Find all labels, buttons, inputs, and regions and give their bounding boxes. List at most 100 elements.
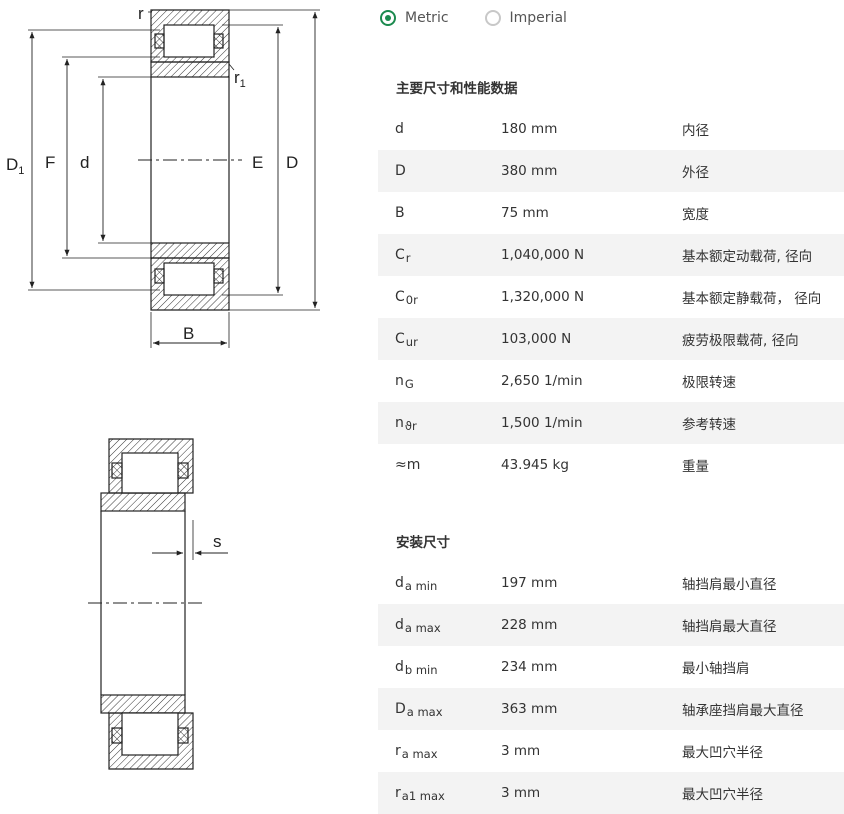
table-row: da max 228 mm 轴挡肩最大直径 (378, 604, 844, 646)
radio-metric[interactable]: Metric (380, 10, 449, 26)
table-row: Cur 103,000 N 疲劳极限载荷, 径向 (378, 318, 844, 360)
spec-value: 234 mm (501, 659, 558, 675)
spec-description: 基本额定动载荷, 径向 (682, 249, 813, 265)
spec-description: 宽度 (682, 207, 709, 223)
spec-value: 3 mm (501, 785, 541, 801)
table-row: Da max 363 mm 轴承座挡肩最大直径 (378, 688, 844, 730)
spec-description: 轴挡肩最小直径 (682, 577, 777, 593)
table-row: da min 197 mm 轴挡肩最小直径 (378, 562, 844, 604)
spec-description: 最大凹穴半径 (682, 745, 763, 761)
spec-description: 最小轴挡肩 (682, 661, 750, 677)
spec-symbol: B (378, 205, 501, 221)
spec-description: 轴挡肩最大直径 (682, 619, 777, 635)
spec-symbol-base: d (395, 575, 404, 591)
radio-metric-label[interactable]: Metric (405, 10, 449, 26)
spec-table-dimensions: d 180 mm 内径 D 380 mm 外径 B 75 mm 宽度 Cr 1,040,000 N基… (378, 108, 844, 486)
spec-symbol-base: d (395, 617, 404, 633)
label-B: B (183, 324, 194, 343)
spec-symbol-base: d (395, 121, 404, 137)
spec-description: 疲劳极限载荷, 径向 (682, 333, 799, 349)
spec-symbol-base: D (395, 701, 406, 717)
label-r1: r1 (234, 68, 246, 90)
spec-description: 外径 (682, 165, 709, 181)
spec-symbol-subscript: r (405, 251, 411, 265)
spec-value: 380 mm (501, 163, 558, 179)
radio-imperial-indicator[interactable] (484, 10, 501, 26)
table-row: d 180 mm 内径 (378, 108, 844, 150)
table-row: nϑr 1,500 1/min 参考转速 (378, 402, 844, 444)
spec-symbol: ≈m (378, 457, 501, 473)
spec-symbol: ra1 max (378, 785, 501, 803)
spec-value: 3 mm (501, 743, 541, 759)
bearing-section-drawing (28, 9, 320, 348)
label-D: D (286, 153, 298, 172)
bearing-drawings: r r1 D1 F d E D B s (0, 0, 370, 814)
spec-value: 2,650 1/min (501, 373, 583, 389)
spec-value: 180 mm (501, 121, 558, 137)
spec-symbol-subscript: a1 max (401, 789, 445, 803)
spec-value: 103,000 N (501, 331, 572, 347)
table-row: B 75 mm 宽度 (378, 192, 844, 234)
label-d: d (80, 153, 89, 172)
radio-imperial-label[interactable]: Imperial (510, 10, 567, 26)
spec-symbol-subscript: a min (404, 579, 438, 593)
section-title-mounting: 安装尺寸 (396, 535, 450, 551)
spec-value: 75 mm (501, 205, 549, 221)
spec-symbol-base: C (395, 289, 405, 305)
table-row: nG 2,650 1/min 极限转速 (378, 360, 844, 402)
spec-symbol-base: n (395, 415, 404, 431)
spec-description: 重量 (682, 459, 709, 475)
spec-symbol-base: D (395, 163, 406, 179)
spec-symbol-subscript: ur (405, 335, 418, 349)
spec-description: 极限转速 (682, 375, 736, 391)
table-row: D 380 mm 外径 (378, 150, 844, 192)
spec-symbol: db min (378, 659, 501, 677)
table-row: db min 234 mm 最小轴挡肩 (378, 646, 844, 688)
spec-value: 228 mm (501, 617, 558, 633)
spec-symbol: nϑr (378, 415, 501, 433)
spec-description: 轴承座挡肩最大直径 (682, 703, 804, 719)
spec-symbol: Cur (378, 331, 501, 349)
spec-value: 363 mm (501, 701, 558, 717)
spec-symbol: C0r (378, 289, 501, 307)
label-s: s (213, 532, 222, 551)
spec-symbol-subscript: a max (404, 621, 441, 635)
table-row: Cr 1,040,000 N 基本额定动载荷, 径向 (378, 234, 844, 276)
spec-symbol: Da max (378, 701, 501, 719)
spec-table-mounting: da min 197 mm 轴挡肩最小直径 da max 228 mm 轴挡肩最大直径 db… (378, 562, 844, 814)
spec-description: 参考转速 (682, 417, 736, 433)
spec-value: 1,500 1/min (501, 415, 583, 431)
spec-symbol: Cr (378, 247, 501, 265)
spec-symbol: D (378, 163, 501, 179)
label-D1: D1 (6, 155, 24, 177)
spec-description: 内径 (682, 123, 709, 139)
bearing-displacement-drawing (88, 438, 228, 770)
spec-symbol-subscript: a max (401, 747, 438, 761)
spec-value: 43.945 kg (501, 457, 569, 473)
spec-symbol: da min (378, 575, 501, 593)
spec-symbol-base: r (395, 743, 401, 759)
spec-symbol-base: C (395, 247, 405, 263)
spec-description: 最大凹穴半径 (682, 787, 763, 803)
radio-imperial[interactable]: Imperial (484, 10, 567, 26)
spec-symbol-base: r (395, 785, 401, 801)
spec-value: 1,040,000 N (501, 247, 585, 263)
spec-symbol-base: C (395, 331, 405, 347)
table-row: ≈m 43.945 kg 重量 (378, 444, 844, 486)
table-row: ra max 3 mm 最大凹穴半径 (378, 730, 844, 772)
section-title-dimensions: 主要尺寸和性能数据 (396, 81, 518, 97)
spec-symbol-subscript: a max (406, 705, 443, 719)
spec-symbol: ra max (378, 743, 501, 761)
spec-description: 基本额定静载荷， 径向 (682, 291, 822, 307)
label-r: r (138, 4, 144, 23)
table-row: C0r 1,320,000 N 基本额定静载荷， 径向 (378, 276, 844, 318)
spec-symbol: nG (378, 373, 501, 391)
radio-metric-indicator[interactable] (380, 10, 396, 26)
spec-symbol-subscript: ϑr (404, 419, 417, 433)
spec-symbol-base: ≈m (395, 457, 421, 473)
spec-symbol-subscript: 0r (405, 293, 418, 307)
label-F: F (45, 153, 55, 172)
spec-symbol-subscript: G (404, 377, 414, 391)
spec-symbol: da max (378, 617, 501, 635)
spec-value: 1,320,000 N (501, 289, 585, 305)
